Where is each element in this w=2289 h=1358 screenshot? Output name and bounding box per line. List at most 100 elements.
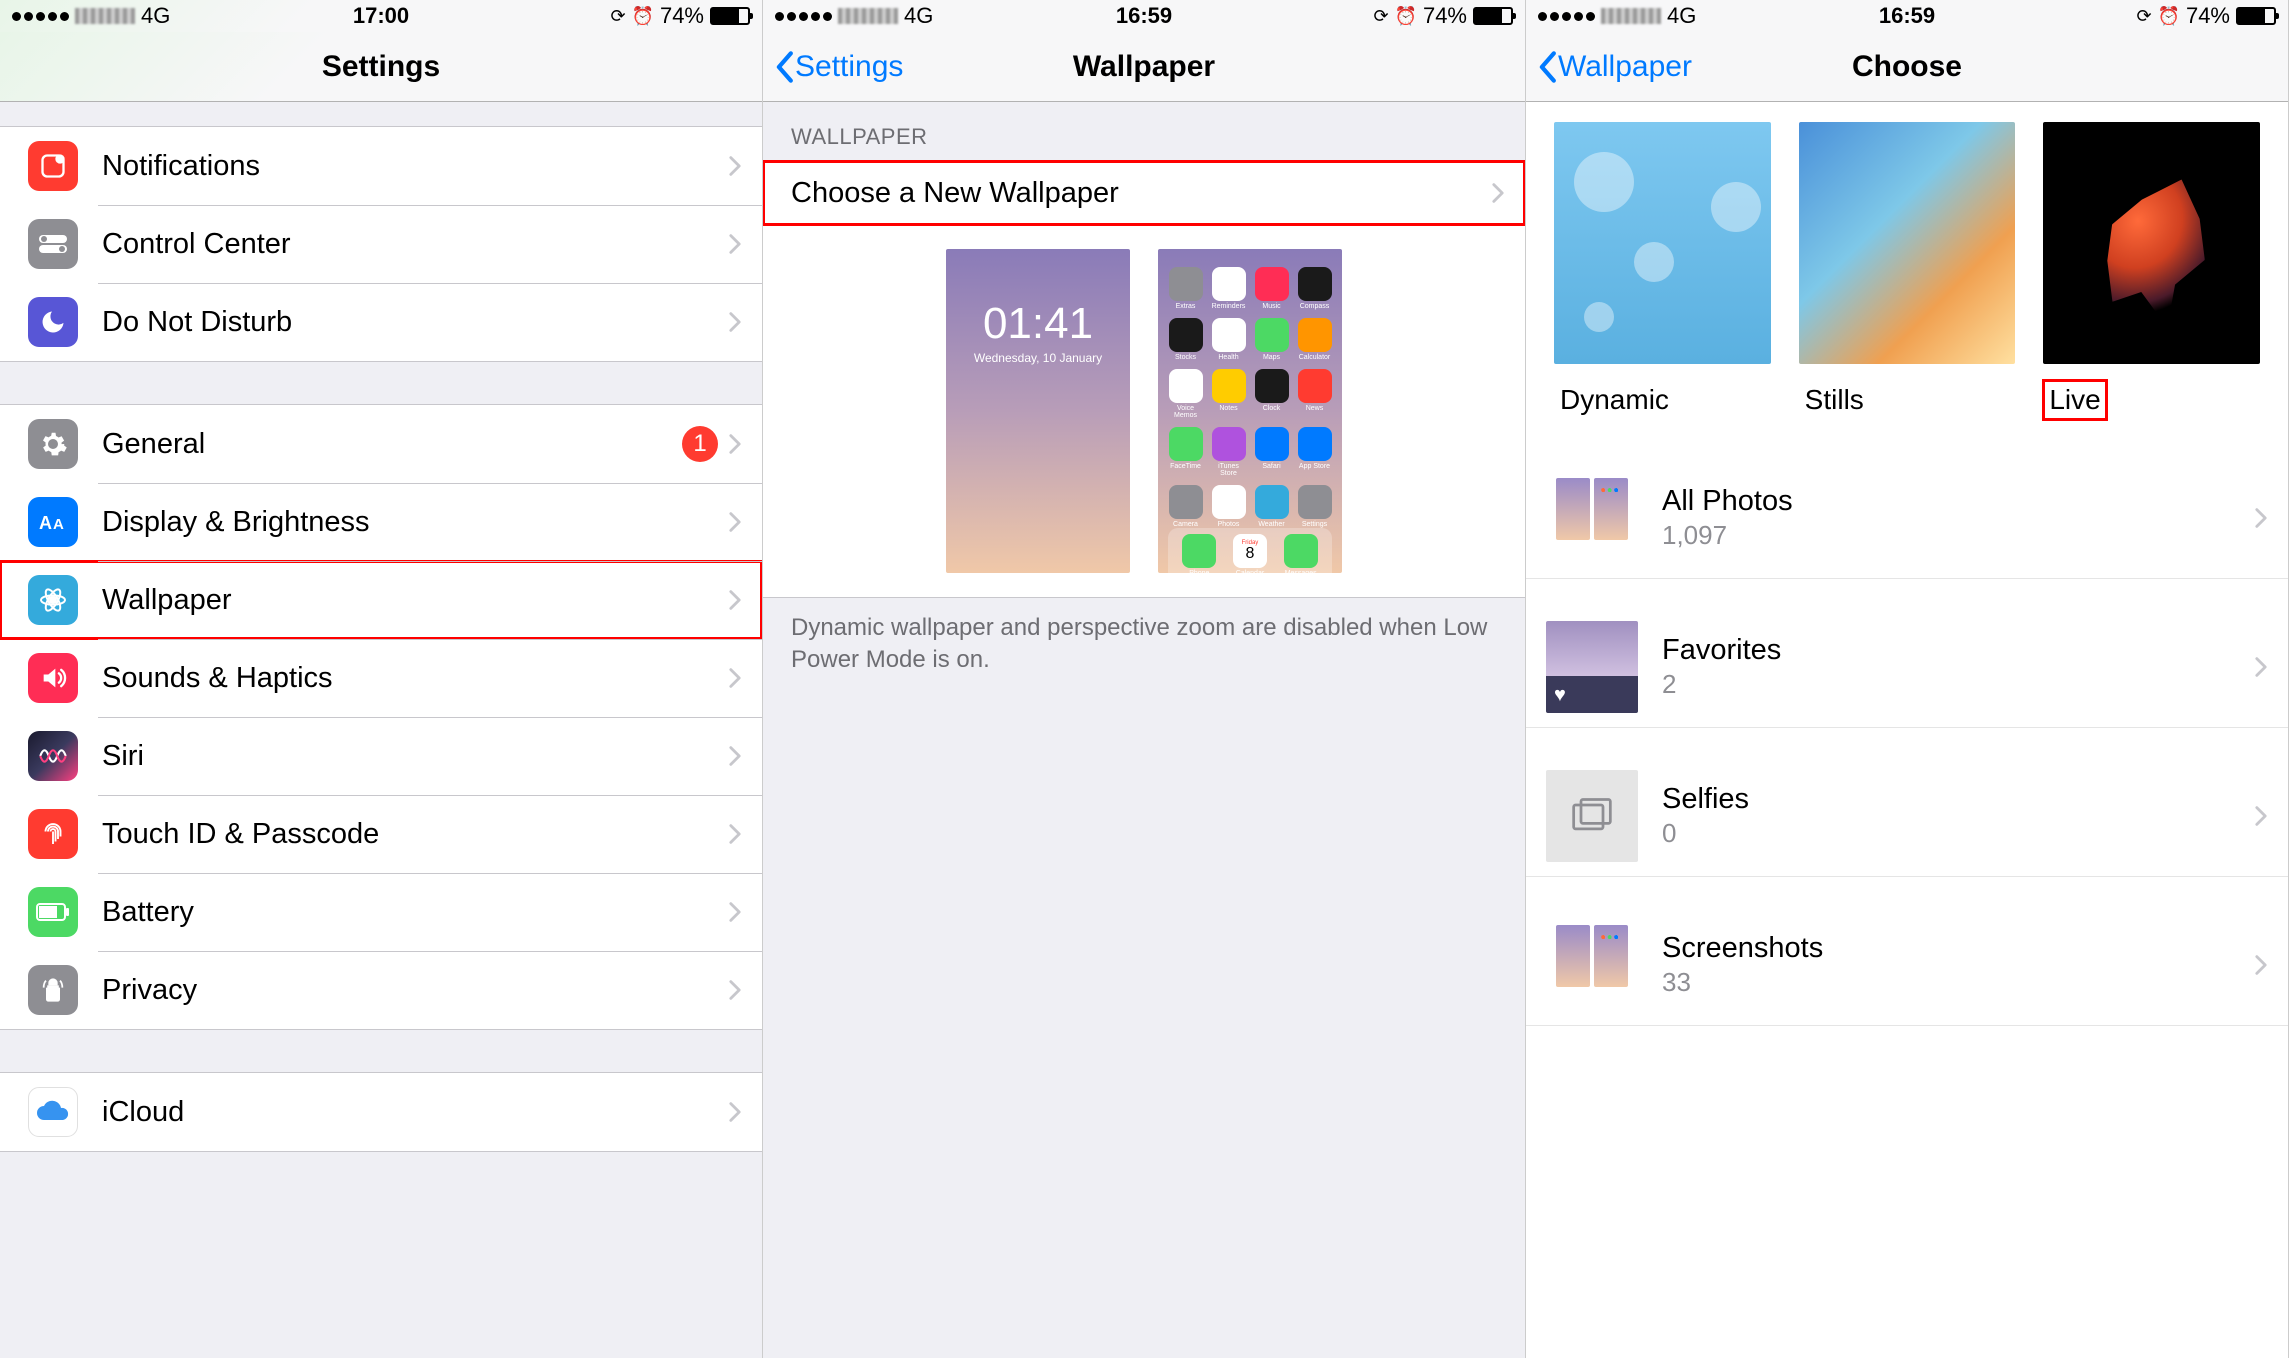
album-count: 2 bbox=[1662, 669, 2254, 700]
row-label: Privacy bbox=[102, 974, 728, 1007]
nav-bar: Wallpaper Choose bbox=[1526, 32, 2288, 102]
nav-title: Wallpaper bbox=[1073, 50, 1215, 84]
settings-row-general[interactable]: General 1 bbox=[0, 405, 762, 483]
chevron-right-icon bbox=[728, 822, 742, 846]
app-icon: Friday8Calendar bbox=[1233, 534, 1267, 573]
network-type: 4G bbox=[1667, 3, 1696, 29]
album-row-favorites[interactable]: Favorites 2 bbox=[1526, 607, 2288, 728]
chevron-right-icon bbox=[728, 510, 742, 534]
app-icon: Clock bbox=[1254, 369, 1289, 419]
settings-group: General 1 AA Display & Brightness Wallpa… bbox=[0, 404, 762, 1030]
signal-dots-icon bbox=[12, 12, 69, 21]
app-icon: App Store bbox=[1297, 427, 1332, 477]
app-icon: Settings bbox=[1297, 485, 1332, 528]
general-icon bbox=[28, 419, 78, 469]
battery-icon bbox=[2236, 7, 2276, 25]
settings-row-notifications[interactable]: Notifications bbox=[0, 127, 762, 205]
settings-row-battery[interactable]: Battery bbox=[0, 873, 762, 951]
album-row-all-photos[interactable]: All Photos 1,097 bbox=[1526, 458, 2288, 579]
category-stills[interactable]: Stills bbox=[1799, 122, 2016, 420]
settings-row-touchid[interactable]: Touch ID & Passcode bbox=[0, 795, 762, 873]
chevron-left-icon bbox=[773, 50, 795, 84]
icloud-icon bbox=[28, 1087, 78, 1137]
app-icon: Health bbox=[1211, 318, 1246, 361]
back-label: Settings bbox=[795, 50, 903, 84]
chevron-right-icon bbox=[728, 1100, 742, 1124]
app-icon: Stocks bbox=[1168, 318, 1203, 361]
row-label: Control Center bbox=[102, 228, 728, 261]
choose-new-wallpaper-row[interactable]: Choose a New Wallpaper bbox=[763, 161, 1525, 225]
chevron-right-icon bbox=[728, 154, 742, 178]
app-icon: Reminders bbox=[1211, 267, 1246, 310]
app-icon: Phone bbox=[1182, 534, 1216, 573]
signal-dots-icon bbox=[1538, 12, 1595, 21]
app-icon: Music bbox=[1254, 267, 1289, 310]
svg-text:A: A bbox=[39, 513, 52, 533]
album-thumb bbox=[1546, 770, 1638, 862]
album-row-screenshots[interactable]: Screenshots 33 bbox=[1526, 905, 2288, 1026]
wallpaper-previews: 01:41 Wednesday, 10 January ExtrasRemind… bbox=[763, 225, 1525, 597]
status-bar: 4G 16:59 ⟳ ⏰ 74% bbox=[1526, 0, 2288, 32]
settings-list[interactable]: Notifications Control Center Do Not Dist… bbox=[0, 102, 762, 1358]
wallpaper-categories: Dynamic Stills Live bbox=[1526, 102, 2288, 430]
chevron-right-icon bbox=[728, 900, 742, 924]
dnd-icon bbox=[28, 297, 78, 347]
section-header: WALLPAPER bbox=[763, 102, 1525, 160]
album-title: Favorites bbox=[1662, 634, 2254, 667]
settings-row-display[interactable]: AA Display & Brightness bbox=[0, 483, 762, 561]
settings-row-control-center[interactable]: Control Center bbox=[0, 205, 762, 283]
status-time: 16:59 bbox=[1879, 3, 1935, 29]
lock-preview-date: Wednesday, 10 January bbox=[974, 351, 1102, 365]
chevron-right-icon bbox=[1491, 181, 1505, 205]
settings-row-do-not-disturb[interactable]: Do Not Disturb bbox=[0, 283, 762, 361]
row-label: Wallpaper bbox=[102, 584, 728, 617]
back-button[interactable]: Wallpaper bbox=[1536, 50, 1692, 84]
settings-row-sounds[interactable]: Sounds & Haptics bbox=[0, 639, 762, 717]
orientation-lock-icon: ⟳ bbox=[610, 6, 625, 27]
category-dynamic[interactable]: Dynamic bbox=[1554, 122, 1771, 420]
category-label: Stills bbox=[1799, 380, 1870, 420]
chevron-right-icon bbox=[728, 744, 742, 768]
battery-percent: 74% bbox=[660, 3, 704, 29]
album-title: Screenshots bbox=[1662, 932, 2254, 965]
settings-group: iCloud bbox=[0, 1072, 762, 1152]
album-thumb bbox=[1546, 621, 1638, 713]
settings-row-icloud[interactable]: iCloud bbox=[0, 1073, 762, 1151]
row-label: iCloud bbox=[102, 1096, 728, 1129]
category-thumb bbox=[1799, 122, 2016, 364]
category-live[interactable]: Live bbox=[2043, 122, 2260, 420]
back-label: Wallpaper bbox=[1558, 50, 1692, 84]
chevron-right-icon bbox=[2254, 804, 2268, 828]
category-thumb bbox=[2043, 122, 2260, 364]
settings-row-wallpaper[interactable]: Wallpaper bbox=[0, 561, 762, 639]
row-label: Display & Brightness bbox=[102, 506, 728, 539]
album-thumb bbox=[1546, 919, 1638, 1011]
settings-row-privacy[interactable]: Privacy bbox=[0, 951, 762, 1029]
chevron-right-icon bbox=[728, 432, 742, 456]
home-screen-preview[interactable]: ExtrasRemindersMusicCompassStocksHealthM… bbox=[1158, 249, 1342, 573]
nav-bar: Settings bbox=[0, 32, 762, 102]
orientation-lock-icon: ⟳ bbox=[2136, 6, 2151, 27]
app-icon: iTunes Store bbox=[1211, 427, 1246, 477]
album-title: Selfies bbox=[1662, 783, 2254, 816]
chevron-right-icon bbox=[728, 978, 742, 1002]
settings-row-siri[interactable]: Siri bbox=[0, 717, 762, 795]
albums-list[interactable]: All Photos 1,097 Favorites 2 Selfies 0 S… bbox=[1526, 458, 2288, 1026]
app-icon: Safari bbox=[1254, 427, 1289, 477]
nav-bar: Settings Wallpaper bbox=[763, 32, 1525, 102]
app-icon: Messages bbox=[1284, 534, 1318, 573]
wallpaper-icon bbox=[28, 575, 78, 625]
status-bar: 4G 17:00 ⟳ ⏰ 74% bbox=[0, 0, 762, 32]
network-type: 4G bbox=[904, 3, 933, 29]
app-icon: Extras bbox=[1168, 267, 1203, 310]
app-icon: Calculator bbox=[1297, 318, 1332, 361]
signal-dots-icon bbox=[775, 12, 832, 21]
app-icon: Photos bbox=[1211, 485, 1246, 528]
touchid-icon bbox=[28, 809, 78, 859]
row-label: Do Not Disturb bbox=[102, 306, 728, 339]
album-row-selfies[interactable]: Selfies 0 bbox=[1526, 756, 2288, 877]
back-button[interactable]: Settings bbox=[773, 50, 903, 84]
app-icon: Maps bbox=[1254, 318, 1289, 361]
lock-screen-preview[interactable]: 01:41 Wednesday, 10 January bbox=[946, 249, 1130, 573]
app-icon: Weather bbox=[1254, 485, 1289, 528]
